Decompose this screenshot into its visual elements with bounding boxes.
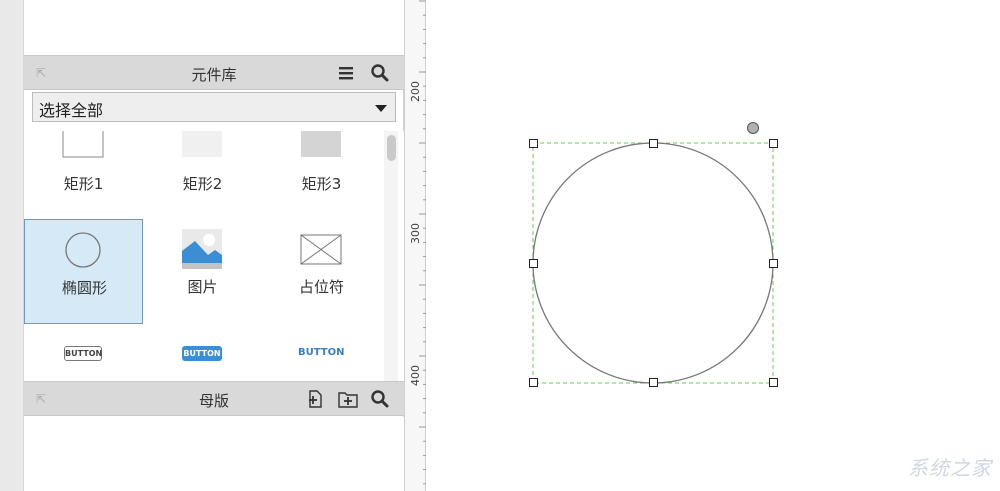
resize-handle-bottom[interactable] — [649, 378, 658, 387]
rotate-handle[interactable] — [747, 122, 759, 134]
watermark: 系统之家 — [908, 456, 992, 480]
canvas-drawing — [532, 142, 774, 384]
add-master-icon[interactable] — [305, 389, 325, 409]
panel-top-area — [24, 0, 404, 55]
resize-handle-left[interactable] — [529, 259, 538, 268]
left-sidebar-strip — [0, 0, 24, 491]
selection-bounding-box — [532, 142, 774, 384]
chevron-down-icon — [375, 105, 387, 112]
placeholder-icon — [300, 234, 342, 265]
image-icon — [182, 229, 222, 269]
widget-placeholder[interactable]: 占位符 — [262, 219, 381, 324]
widget-button-plain[interactable]: BUTTON — [24, 324, 143, 381]
widget-label: 矩形2 — [182, 175, 223, 193]
widget-ellipse[interactable]: 椭圆形 — [24, 219, 143, 324]
button-plain-icon: BUTTON — [64, 346, 102, 361]
ellipse-shape[interactable] — [532, 142, 774, 384]
menu-icon[interactable] — [336, 63, 356, 83]
widget-label: 椭圆形 — [61, 279, 107, 297]
ruler-label-300: 300 — [409, 223, 422, 244]
resize-handle-top-left[interactable] — [529, 139, 538, 148]
library-panel-header: ⇱ 元件库 — [24, 55, 404, 90]
widget-label: 占位符 — [298, 278, 344, 296]
resize-handle-top[interactable] — [649, 139, 658, 148]
widget-rectangle-2[interactable]: 矩形2 — [143, 131, 262, 209]
search-icon[interactable] — [370, 63, 390, 83]
resize-handle-top-right[interactable] — [769, 139, 778, 148]
widget-label: 矩形1 — [63, 175, 104, 193]
button-blue-icon: BUTTON — [182, 346, 222, 361]
widget-button-link[interactable]: BUTTON — [262, 324, 381, 381]
library-select-value: 选择全部 — [39, 101, 104, 120]
scrollbar-thumb[interactable] — [387, 135, 396, 161]
search-icon[interactable] — [370, 389, 390, 409]
ruler-label-200: 200 — [409, 81, 422, 102]
widget-rectangle-1[interactable]: 矩形1 — [24, 131, 143, 209]
widget-image[interactable]: 图片 — [143, 219, 262, 324]
ruler-ticks — [419, 0, 427, 485]
widget-label: 矩形3 — [301, 175, 342, 193]
widget-button-blue[interactable]: BUTTON — [143, 324, 262, 381]
resize-handle-bottom-left[interactable] — [529, 378, 538, 387]
resize-handle-bottom-right[interactable] — [769, 378, 778, 387]
rectangle-2-icon — [182, 131, 222, 157]
widget-grid-scrollbar[interactable] — [384, 131, 398, 381]
library-select[interactable]: 选择全部 — [32, 92, 396, 122]
widget-rectangle-3[interactable]: 矩形3 — [262, 131, 381, 209]
button-link-icon: BUTTON — [298, 347, 345, 358]
ellipse-icon — [65, 232, 101, 268]
rectangle-1-icon — [62, 131, 104, 158]
widget-label: 图片 — [187, 278, 218, 296]
resize-handle-right[interactable] — [769, 259, 778, 268]
widget-grid: 矩形1 矩形2 矩形3 椭圆形 图片 占位符 BUTTON BUTTON BUT… — [24, 131, 404, 381]
design-canvas[interactable] — [426, 0, 1000, 491]
add-folder-icon[interactable] — [337, 389, 358, 409]
masters-panel-header: ⇱ 母版 — [24, 381, 404, 416]
vertical-ruler: 200 300 400 — [404, 0, 427, 491]
masters-list — [24, 417, 404, 491]
ruler-label-400: 400 — [409, 365, 422, 386]
rectangle-3-icon — [301, 131, 341, 157]
library-panel: ⇱ 元件库 选择全部 矩形1 矩形2 矩形3 椭圆形 图片 占位符 BUTTON… — [24, 0, 404, 491]
app-window: ⇱ 元件库 选择全部 矩形1 矩形2 矩形3 椭圆形 图片 占位符 BUTTON… — [0, 0, 1000, 491]
